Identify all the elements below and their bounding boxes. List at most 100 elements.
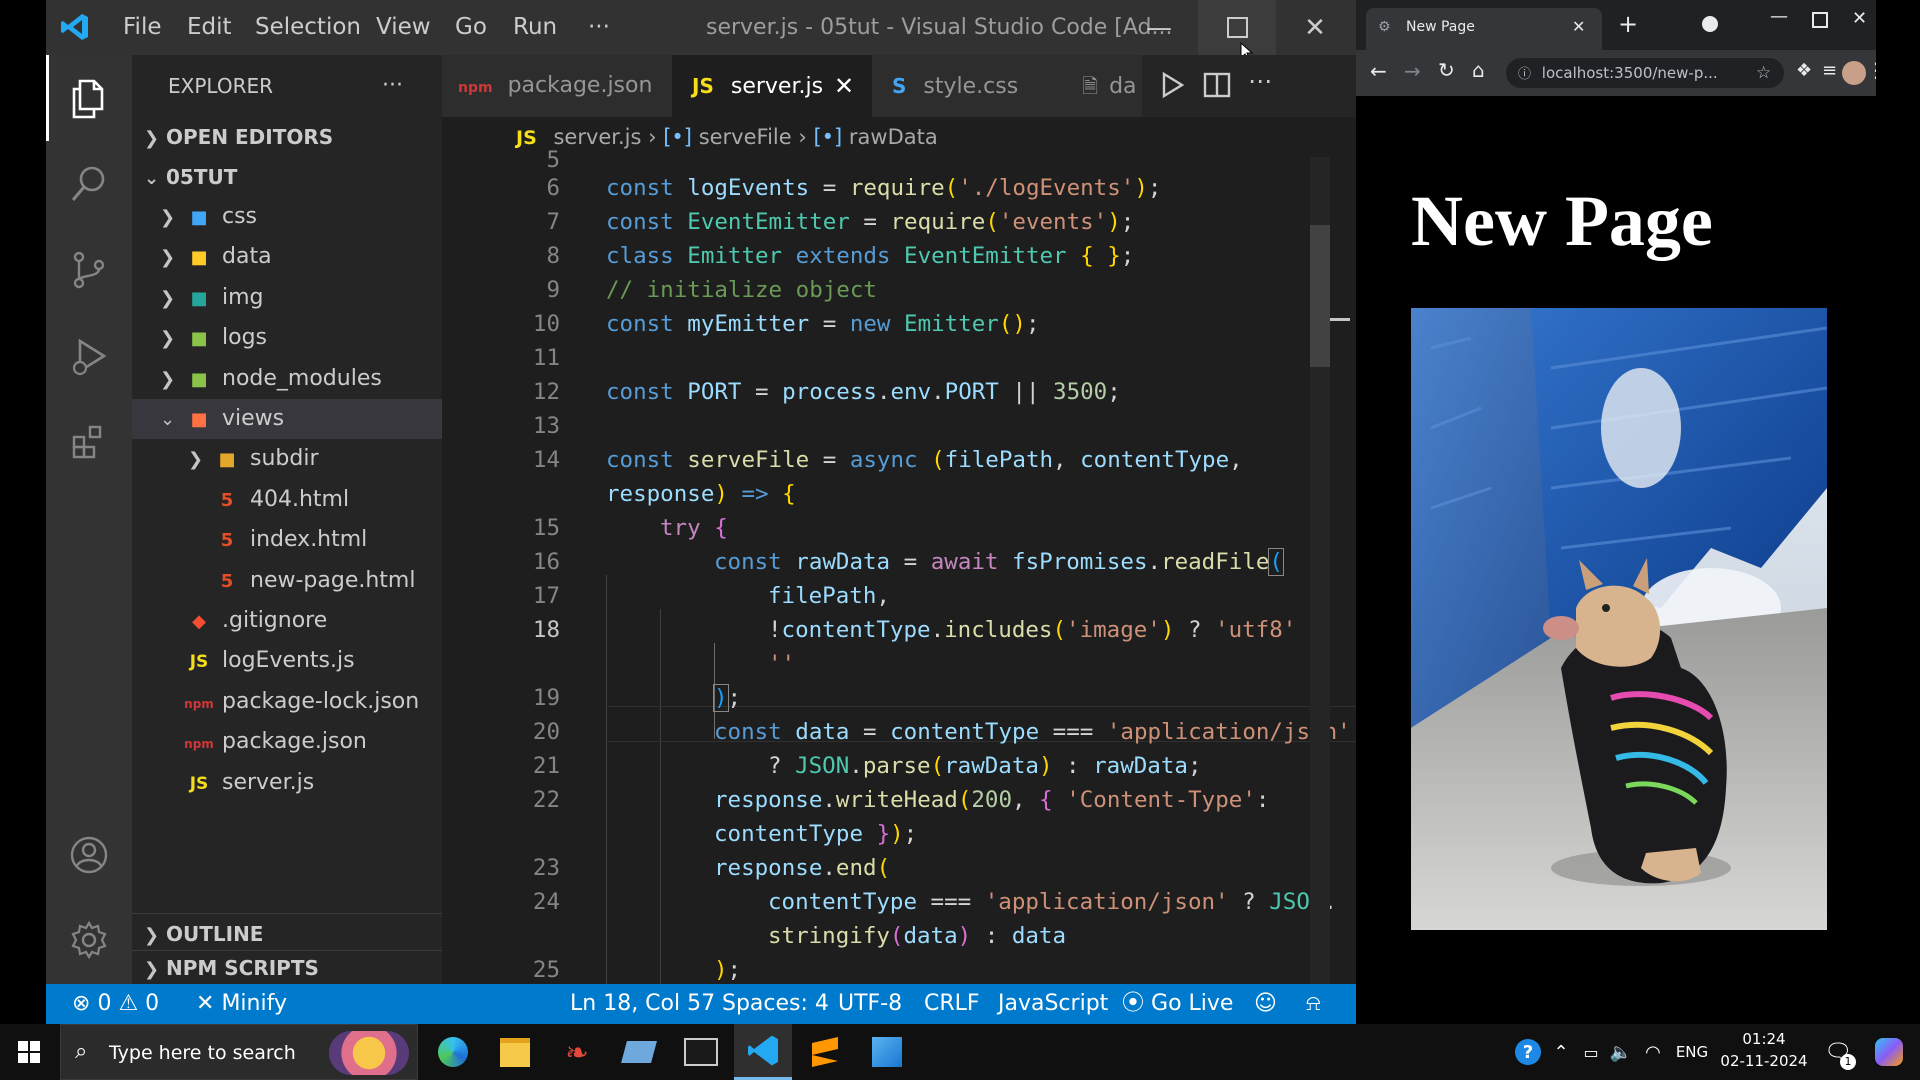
breadcrumb-variable[interactable]: rawData (849, 125, 938, 149)
new-tab-button[interactable]: + (1618, 10, 1638, 38)
source-control-button[interactable] (46, 227, 132, 313)
reading-list-icon[interactable]: ≡ (1822, 60, 1837, 81)
language-indicator[interactable]: ENG (1672, 1024, 1712, 1080)
close-tab-icon[interactable]: ✕ (834, 55, 854, 117)
app2-taskbar-icon[interactable] (610, 1024, 668, 1080)
tree-item-server-js[interactable]: JS server.js (132, 763, 442, 803)
tab-server-js[interactable]: JS server.js ✕ (672, 55, 872, 117)
battery-icon[interactable]: ▭ (1576, 1024, 1606, 1080)
tree-item-views[interactable]: ⌄ ■ views (132, 399, 442, 439)
code-editor[interactable]: 5 6 7 8 9 10 11 12 13 14 15 16 17 18 19 20 21 22 23 24 25 co… (442, 147, 1356, 1024)
notification-center-button[interactable]: 🗨 1 (1816, 1024, 1860, 1080)
code-line: response) => { (606, 481, 796, 507)
minify-button[interactable]: ✕ Minify (196, 984, 287, 1024)
browser-close-button[interactable]: ✕ (1852, 8, 1867, 29)
menu-view[interactable]: View (376, 0, 431, 55)
menu-edit[interactable]: Edit (187, 0, 232, 55)
menu-more[interactable]: ··· (588, 0, 610, 55)
extensions-button[interactable] (46, 399, 132, 485)
problems-indicator[interactable]: ⊗ 0 ⚠ 0 (72, 984, 159, 1024)
breadcrumb-function[interactable]: serveFile (699, 125, 792, 149)
file-explorer-taskbar-icon[interactable] (486, 1024, 544, 1080)
address-bar[interactable]: ⓘ localhost:3500/new-p... ☆ (1506, 58, 1784, 88)
browser-menu-icon[interactable]: ⋮ (1866, 58, 1876, 82)
vscode-taskbar-icon[interactable] (734, 1024, 792, 1080)
clock[interactable]: 01:24 02-11-2024 (1716, 1028, 1812, 1076)
photos-taskbar-icon[interactable] (858, 1024, 916, 1080)
line-number (442, 647, 560, 681)
breadcrumb-file[interactable]: server.js (553, 125, 641, 149)
browser-restore-button[interactable] (1812, 12, 1828, 28)
browser-minimize-button[interactable]: — (1770, 6, 1788, 27)
tab-search-icon[interactable] (1702, 16, 1718, 32)
taskbar-search-box[interactable]: ⌕ Type here to search (60, 1024, 418, 1080)
back-arrow-icon[interactable]: ← (1370, 59, 1387, 83)
encoding[interactable]: UTF-8 (838, 984, 902, 1024)
tree-item-logs[interactable]: ❯ ■ logs (132, 318, 442, 358)
search-button[interactable] (46, 141, 132, 227)
npm-scripts-section[interactable]: ❯ NPM SCRIPTS (132, 950, 442, 985)
bell-icon[interactable]: ⍾ (1306, 984, 1321, 1024)
language-mode[interactable]: JavaScript (998, 984, 1108, 1024)
indentation[interactable]: Spaces: 4 (722, 984, 829, 1024)
tree-item-new-page-html[interactable]: 5 new-page.html (132, 561, 442, 601)
go-live-button[interactable]: ⦿ Go Live (1122, 984, 1233, 1024)
run-debug-button[interactable] (46, 313, 132, 399)
tab-data[interactable]: 🗎 da (1072, 55, 1142, 117)
settings-button[interactable] (46, 897, 132, 983)
run-button[interactable] (1156, 70, 1186, 104)
maximize-button[interactable] (1198, 0, 1276, 55)
close-tab-icon[interactable]: ✕ (1572, 17, 1585, 36)
split-editor-button[interactable] (1202, 70, 1232, 104)
browser-tab[interactable]: ⚙ New Page ✕ (1366, 8, 1602, 50)
tree-item-css[interactable]: ❯ ■ css (132, 197, 442, 237)
tab-style-css[interactable]: 𝗦 style.css (872, 55, 1072, 117)
copilot-icon[interactable] (1864, 1024, 1914, 1080)
tree-item-node-modules[interactable]: ❯ ■ node_modules (132, 359, 442, 399)
tree-item-package-lock-json[interactable]: npm package-lock.json (132, 682, 442, 722)
tree-item-subdir[interactable]: ❯ ■ subdir (132, 439, 442, 479)
reload-icon[interactable]: ↻ (1438, 58, 1455, 82)
tree-item-data[interactable]: ❯ ■ data (132, 237, 442, 277)
scrollbar-thumb[interactable] (1310, 225, 1330, 367)
forward-arrow-icon[interactable]: → (1404, 59, 1421, 83)
open-editors-section[interactable]: ❯ OPEN EDITORS (132, 117, 442, 157)
menu-run[interactable]: Run (513, 0, 557, 55)
terminal-taskbar-icon[interactable] (672, 1024, 730, 1080)
tree-item-logevents-js[interactable]: JS logEvents.js (132, 641, 442, 681)
home-icon[interactable]: ⌂ (1472, 58, 1485, 82)
app-taskbar-icon[interactable]: ❧ (548, 1024, 606, 1080)
tab-package-json[interactable]: npm package.json (442, 55, 672, 117)
line-ending[interactable]: CRLF (924, 984, 980, 1024)
menu-go[interactable]: Go (455, 0, 487, 55)
cursor-position[interactable]: Ln 18, Col 57 (570, 984, 715, 1024)
extensions-icon[interactable]: ❖ (1796, 60, 1812, 81)
minimize-button[interactable]: — (1120, 0, 1198, 55)
star-icon[interactable]: ☆ (1756, 58, 1771, 88)
edge-taskbar-icon[interactable] (424, 1024, 482, 1080)
editor-more-button[interactable]: ⋯ (1248, 67, 1272, 95)
sublime-taskbar-icon[interactable] (796, 1024, 854, 1080)
tree-item--gitignore[interactable]: ◆ .gitignore (132, 601, 442, 641)
tree-item-package-json[interactable]: npm package.json (132, 722, 442, 762)
tree-item-404-html[interactable]: 5 404.html (132, 480, 442, 520)
tree-item-img[interactable]: ❯ ■ img (132, 278, 442, 318)
outline-section[interactable]: ❯ OUTLINE (132, 913, 442, 954)
close-window-button[interactable]: ✕ (1276, 0, 1354, 55)
menu-file[interactable]: File (123, 0, 162, 55)
start-button[interactable] (0, 1024, 58, 1080)
explorer-button[interactable] (46, 55, 132, 141)
project-section[interactable]: ⌄ 05TUT (132, 157, 442, 197)
chevron-up-icon[interactable]: ⌃ (1548, 1024, 1574, 1080)
tree-item-index-html[interactable]: 5 index.html (132, 520, 442, 560)
help-icon[interactable]: ? (1510, 1024, 1546, 1080)
volume-icon[interactable]: 🔈 (1606, 1024, 1636, 1080)
menu-selection[interactable]: Selection (255, 0, 361, 55)
profile-avatar[interactable] (1842, 61, 1866, 85)
explorer-more-button[interactable]: ··· (382, 55, 403, 117)
git-file-icon: ◆ (192, 611, 206, 632)
accounts-button[interactable] (46, 812, 132, 898)
feedback-icon[interactable]: ☺ (1254, 984, 1277, 1024)
vscode-logo-icon[interactable] (60, 12, 90, 42)
wifi-icon[interactable]: ◠ (1638, 1024, 1668, 1080)
